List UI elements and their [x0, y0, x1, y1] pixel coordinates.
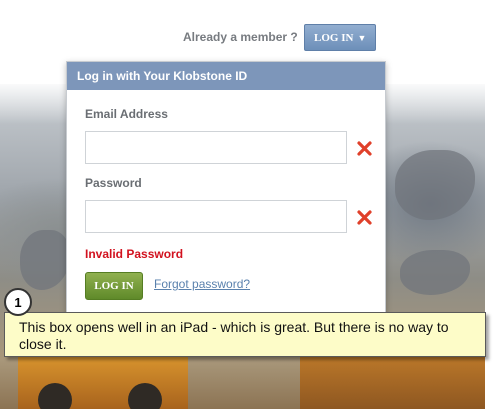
- red-x-icon: [357, 210, 372, 225]
- truck-wheel: [38, 383, 72, 409]
- truck-wheel: [128, 383, 162, 409]
- email-field[interactable]: [85, 131, 347, 164]
- password-label: Password: [85, 176, 142, 190]
- red-x-icon: [357, 141, 372, 156]
- annotation-number-badge: 1: [4, 288, 32, 316]
- login-dropdown-panel: Log in with Your Klobstone ID Email Addr…: [66, 61, 386, 316]
- already-member-text: Already a member ?: [183, 30, 298, 44]
- forgot-password-link[interactable]: Forgot password?: [154, 277, 250, 291]
- error-message: Invalid Password: [85, 247, 184, 261]
- panel-title: Log in with Your Klobstone ID: [67, 62, 385, 90]
- email-label: Email Address: [85, 107, 168, 121]
- header-login-label: LOG IN: [314, 31, 354, 44]
- page-edge: [485, 84, 495, 409]
- background-truck: [18, 352, 188, 409]
- header-login-button[interactable]: LOG IN ▼: [304, 24, 376, 51]
- password-field[interactable]: [85, 200, 347, 233]
- caret-down-icon: ▼: [357, 32, 367, 43]
- annotation-callout: This box opens well in an iPad - which i…: [4, 312, 486, 357]
- annotation-text: This box opens well in an iPad - which i…: [19, 319, 449, 352]
- submit-login-button[interactable]: LOG IN: [85, 272, 143, 300]
